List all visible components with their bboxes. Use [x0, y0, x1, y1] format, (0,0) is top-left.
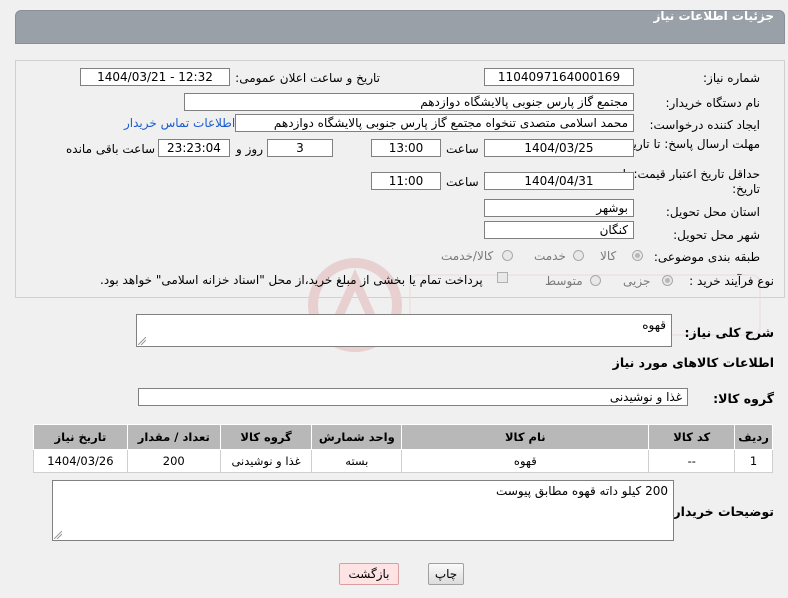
province-label: استان محل تحویل: — [665, 205, 760, 219]
cell-name: قهوه — [401, 449, 650, 473]
summary-textarea: قهوه — [136, 314, 672, 347]
buyer-org-field: مجتمع گاز پارس جنوبی پالایشگاه دوازدهم — [184, 93, 634, 111]
deadline-label: مهلت ارسال پاسخ: تا تاریخ: — [621, 137, 760, 151]
page-title: جزئیات اطلاعات نیاز — [653, 9, 774, 23]
validity-time-label: ساعت — [446, 175, 479, 189]
process-option-minor: جزیی — [623, 274, 651, 288]
deadline-time-field: 13:00 — [371, 139, 441, 157]
days-field: 3 — [267, 139, 333, 157]
cell-unit: بسته — [311, 449, 403, 473]
need-number-label: شماره نیاز: — [703, 71, 760, 85]
resize-grip-icon — [138, 337, 146, 345]
col-row: ردیف — [734, 424, 773, 450]
category-radio-goods-service[interactable] — [502, 250, 513, 261]
summary-text: قهوه — [642, 318, 666, 332]
payment-note: پرداخت تمام یا بخشی از مبلغ خرید،از محل … — [100, 273, 483, 287]
col-date: تاریخ نیاز — [33, 424, 128, 450]
resize-grip-icon — [54, 531, 62, 539]
process-radio-minor[interactable] — [662, 275, 673, 286]
summary-label: شرح کلی نیاز: — [684, 325, 774, 340]
cell-qty: 200 — [126, 449, 221, 473]
treasury-checkbox[interactable] — [497, 272, 508, 283]
category-label: طبقه بندی موضوعی: — [653, 250, 760, 264]
validity-time-field: 11:00 — [371, 172, 441, 190]
category-radio-service[interactable] — [573, 250, 584, 261]
creator-field: محمد اسلامی متصدی تنخواه مجتمع گاز پارس … — [235, 114, 634, 132]
announce-field: 1404/03/21 - 12:32 — [80, 68, 230, 86]
city-field: کنگان — [484, 221, 634, 239]
remaining-time-field: 23:23:04 — [158, 139, 230, 157]
buyer-notes-text: 200 کیلو داته قهوه مطابق پیوست — [496, 484, 668, 498]
goods-table-header: ردیف کد کالا نام کالا واحد شمارش گروه کا… — [33, 424, 773, 450]
deadline-date-field: 1404/03/25 — [484, 139, 634, 157]
announce-label: تاریخ و ساعت اعلان عمومی: — [235, 71, 380, 85]
goods-section-title: اطلاعات کالاهای مورد نیاز — [612, 355, 774, 370]
buyer-notes-label: توضیحات خریدار: — [668, 504, 774, 519]
contact-buyer-link[interactable]: اطلاعات تماس خریدار — [124, 116, 235, 130]
goods-group-label: گروه کالا: — [713, 391, 774, 406]
col-group: گروه کالا — [219, 424, 313, 450]
creator-label: ایجاد کننده درخواست: — [649, 118, 760, 132]
process-option-medium: متوسط — [545, 274, 583, 288]
category-radio-goods[interactable] — [632, 250, 643, 261]
col-qty: تعداد / مقدار — [126, 424, 221, 450]
print-button[interactable]: چاپ — [428, 563, 464, 585]
back-button[interactable]: بازگشت — [339, 563, 399, 585]
col-unit: واحد شمارش — [311, 424, 403, 450]
col-name: نام کالا — [401, 424, 650, 450]
category-option-goods: کالا — [600, 249, 617, 263]
deadline-time-label: ساعت — [446, 142, 479, 156]
col-code: کد کالا — [648, 424, 736, 450]
province-field: بوشهر — [484, 199, 634, 217]
process-label: نوع فرآیند خرید : — [689, 274, 774, 288]
buyer-org-label: نام دستگاه خریدار: — [665, 96, 761, 110]
category-option-service: خدمت — [534, 249, 566, 263]
goods-group-field: غذا و نوشیدنی — [138, 388, 688, 406]
cell-row: 1 — [734, 449, 773, 473]
days-and-label: روز و — [236, 142, 263, 156]
cell-date: 1404/03/26 — [33, 449, 128, 473]
buyer-notes-textarea: 200 کیلو داته قهوه مطابق پیوست — [52, 480, 674, 541]
cell-code: -- — [648, 449, 736, 473]
validity-date-field: 1404/04/31 — [484, 172, 634, 190]
cell-group: غذا و نوشیدنی — [219, 449, 313, 473]
process-radio-medium[interactable] — [590, 275, 601, 286]
goods-table: ردیف کد کالا نام کالا واحد شمارش گروه کا… — [33, 424, 773, 473]
need-number-field: 1104097164000169 — [484, 68, 634, 86]
city-label: شهر محل تحویل: — [673, 228, 760, 242]
table-row: 1 -- قهوه بسته غذا و نوشیدنی 200 1404/03… — [33, 449, 773, 473]
category-option-goods-service: کالا/خدمت — [441, 249, 494, 263]
remaining-label: ساعت باقی مانده — [66, 142, 156, 156]
